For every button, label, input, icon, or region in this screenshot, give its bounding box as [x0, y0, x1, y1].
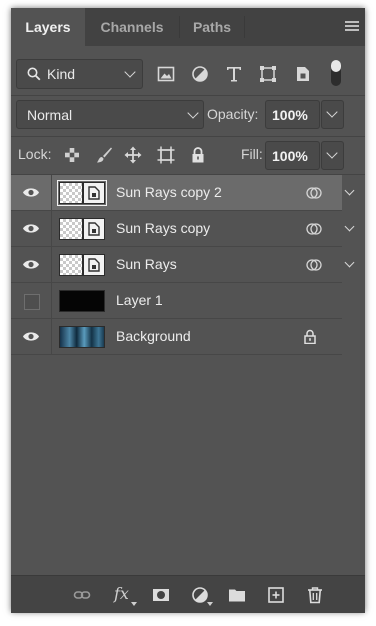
tab-bar: Layers Channels Paths	[11, 8, 365, 46]
tab-layers[interactable]: Layers	[11, 8, 85, 46]
layer-name[interactable]: Sun Rays copy 2	[116, 184, 222, 200]
lock-artboard-icon[interactable]	[157, 146, 175, 164]
tab-channels[interactable]: Channels	[85, 8, 179, 46]
tab-divider	[244, 16, 245, 38]
opacity-dropdown[interactable]	[321, 100, 344, 129]
lock-transparent-pixels-icon[interactable]	[63, 146, 81, 164]
tab-paths[interactable]: Paths	[180, 8, 244, 46]
expand-filters-chevron-icon[interactable]	[344, 221, 355, 232]
eye-icon[interactable]	[22, 258, 40, 271]
blend-mode-dropdown[interactable]: Normal	[16, 100, 204, 129]
filter-kind-dropdown[interactable]: Kind	[16, 59, 143, 89]
divider	[11, 95, 365, 96]
layer-row-layer-1[interactable]: Layer 1	[11, 283, 342, 319]
add-mask-icon[interactable]	[152, 586, 170, 604]
visibility-cell[interactable]	[11, 283, 52, 318]
adjustment-filter-icon[interactable]	[191, 65, 209, 83]
search-icon	[27, 67, 41, 81]
smart-object-badge-icon	[83, 254, 105, 276]
chevron-down-icon	[124, 66, 136, 78]
smart-object-filter-icon[interactable]	[294, 65, 312, 83]
visibility-hidden-box[interactable]	[24, 294, 40, 310]
layer-thumbnail	[59, 290, 105, 312]
chevron-down-icon	[207, 602, 213, 606]
link-layers-icon[interactable]	[73, 586, 91, 604]
visibility-cell[interactable]	[11, 211, 52, 246]
eye-icon[interactable]	[22, 186, 40, 199]
layer-thumbnail	[59, 326, 105, 348]
lock-image-pixels-icon[interactable]	[95, 146, 113, 164]
layer-lock-icon[interactable]	[303, 329, 317, 344]
eye-icon[interactable]	[22, 222, 40, 235]
visibility-cell[interactable]	[11, 175, 52, 210]
layer-thumbnail	[59, 254, 83, 276]
shape-filter-icon[interactable]	[259, 65, 277, 83]
smart-object-badge-icon	[83, 218, 105, 240]
lock-position-icon[interactable]	[124, 146, 142, 164]
delete-layer-icon[interactable]	[306, 586, 324, 604]
layer-row-sun-rays-copy-2[interactable]: Sun Rays copy 2	[11, 175, 342, 211]
fill-label: Fill:	[241, 146, 263, 162]
visibility-cell[interactable]	[11, 247, 52, 282]
panel-menu-icon[interactable]	[345, 21, 359, 32]
visibility-cell[interactable]	[11, 319, 52, 354]
chevron-down-icon	[326, 147, 338, 159]
new-layer-icon[interactable]	[267, 586, 285, 604]
chevron-down-icon	[187, 107, 199, 119]
bottom-toolbar: fx	[11, 575, 365, 613]
smart-filter-icon[interactable]	[306, 258, 322, 272]
opacity-label: Opacity:	[207, 106, 259, 122]
filter-kind-label: Kind	[47, 66, 76, 82]
lock-all-icon[interactable]	[189, 146, 207, 164]
toggle-knob	[331, 60, 341, 72]
fill-dropdown[interactable]	[321, 141, 344, 170]
type-filter-icon[interactable]	[225, 65, 243, 83]
layer-thumbnail	[59, 218, 83, 240]
chevron-down-icon	[326, 106, 338, 118]
image-filter-icon[interactable]	[157, 65, 175, 83]
divider	[11, 136, 365, 137]
thumbnail-selection-border	[57, 180, 107, 206]
layer-name[interactable]: Layer 1	[116, 292, 163, 308]
new-group-icon[interactable]	[228, 586, 246, 604]
expand-filters-chevron-icon[interactable]	[344, 185, 355, 196]
fill-value: 100%	[272, 148, 308, 164]
smart-filter-icon[interactable]	[306, 222, 322, 236]
layer-row-sun-rays-copy[interactable]: Sun Rays copy	[11, 211, 342, 247]
layers-panel: Layers Channels Paths Kind Normal Opacit…	[11, 8, 365, 613]
layer-row-background[interactable]: Background	[11, 319, 342, 355]
layer-name[interactable]: Sun Rays	[116, 256, 177, 272]
filter-toggle[interactable]	[331, 60, 341, 86]
chevron-down-icon	[131, 602, 137, 606]
layer-row-sun-rays[interactable]: Sun Rays	[11, 247, 342, 283]
eye-icon[interactable]	[22, 330, 40, 343]
opacity-field[interactable]: 100%	[265, 100, 320, 129]
layer-name[interactable]: Background	[116, 328, 191, 344]
layer-name[interactable]: Sun Rays copy	[116, 220, 210, 236]
lock-label: Lock:	[18, 146, 52, 162]
expand-filters-chevron-icon[interactable]	[344, 257, 355, 268]
layer-style-icon[interactable]: fx	[114, 584, 129, 603]
smart-filter-icon[interactable]	[306, 186, 322, 200]
fill-field[interactable]: 100%	[265, 141, 320, 170]
opacity-value: 100%	[272, 107, 308, 123]
blend-mode-value: Normal	[27, 107, 73, 123]
